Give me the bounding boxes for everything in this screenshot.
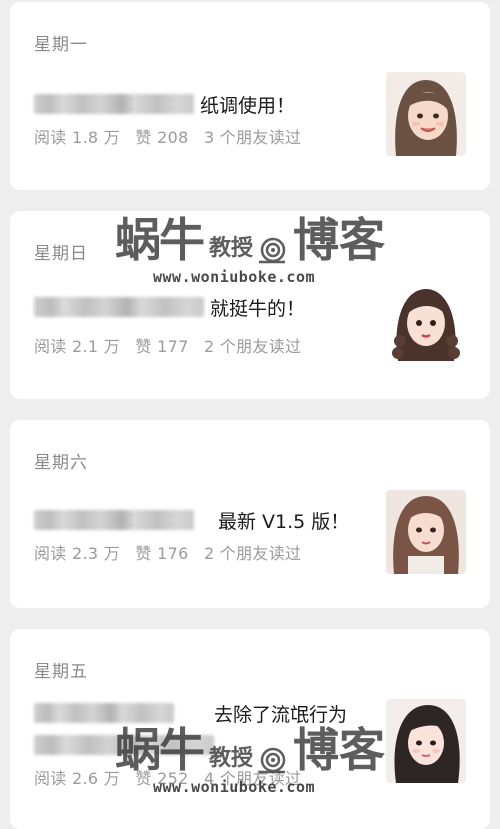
article-stats: 阅读 2.6 万 赞 252 4 个朋友读过	[34, 765, 311, 789]
article-card[interactable]: 星期一 纸调使用！ 阅读 1.8 万 赞 208 3 个朋友读过	[10, 2, 490, 190]
redacted-text	[34, 735, 214, 755]
redacted-text	[34, 297, 204, 317]
redacted-text	[34, 94, 194, 114]
article-day: 星期一	[34, 35, 88, 55]
read-count: 阅读 2.3 万	[34, 544, 121, 563]
like-count: 赞 252	[135, 769, 189, 788]
like-count: 赞 176	[135, 544, 189, 563]
friends-read: 4 个朋友读过	[203, 769, 302, 788]
friends-read: 2 个朋友读过	[203, 544, 302, 563]
like-count: 赞 208	[135, 128, 189, 147]
read-count: 阅读 1.8 万	[34, 128, 121, 147]
avatar-girl-longhair-icon	[386, 490, 466, 574]
article-thumbnail[interactable]	[386, 281, 466, 365]
article-title[interactable]: 去除了流氓行为	[34, 697, 350, 729]
read-count: 阅读 2.6 万	[34, 769, 121, 788]
article-day: 星期日	[34, 244, 88, 264]
redacted-text	[34, 703, 174, 723]
article-card[interactable]: 星期六 最新 V1.5 版！ 阅读 2.3 万 赞 176 2 个朋友读过	[10, 420, 490, 608]
article-title[interactable]: 就挺牛的！	[34, 291, 350, 323]
avatar-girl-smiling-icon	[386, 72, 466, 156]
article-title-text: 最新 V1.5 版！	[218, 510, 350, 533]
article-card[interactable]: 星期日 就挺牛的！ 阅读 2.1 万 赞 177 2 个朋友读过	[10, 211, 490, 399]
article-stats: 阅读 2.3 万 赞 176 2 个朋友读过	[34, 540, 311, 564]
avatar-girl-dark-hair-icon	[386, 699, 466, 783]
article-title-line2[interactable]	[34, 729, 350, 761]
like-count: 赞 177	[135, 337, 189, 356]
read-count: 阅读 2.1 万	[34, 337, 121, 356]
article-thumbnail[interactable]	[386, 72, 466, 156]
article-title[interactable]: 纸调使用！	[34, 88, 350, 120]
article-card[interactable]: 星期五 去除了流氓行为 阅读 2.6 万 赞 252 4 个朋友读过	[10, 629, 490, 829]
article-title-text: 纸调使用！	[200, 94, 296, 117]
article-title[interactable]: 最新 V1.5 版！	[34, 504, 350, 536]
article-title-text: 就挺牛的！	[210, 297, 306, 320]
article-day: 星期五	[34, 662, 88, 682]
article-stats: 阅读 2.1 万 赞 177 2 个朋友读过	[34, 333, 311, 357]
article-day: 星期六	[34, 453, 88, 473]
article-thumbnail[interactable]	[386, 490, 466, 574]
redacted-text	[34, 510, 194, 530]
article-title-text: 去除了流氓行为	[214, 703, 348, 726]
friends-read: 3 个朋友读过	[203, 128, 302, 147]
article-stats: 阅读 1.8 万 赞 208 3 个朋友读过	[34, 124, 311, 148]
friends-read: 2 个朋友读过	[203, 337, 302, 356]
avatar-girl-braids-icon	[386, 281, 466, 365]
article-thumbnail[interactable]	[386, 699, 466, 783]
